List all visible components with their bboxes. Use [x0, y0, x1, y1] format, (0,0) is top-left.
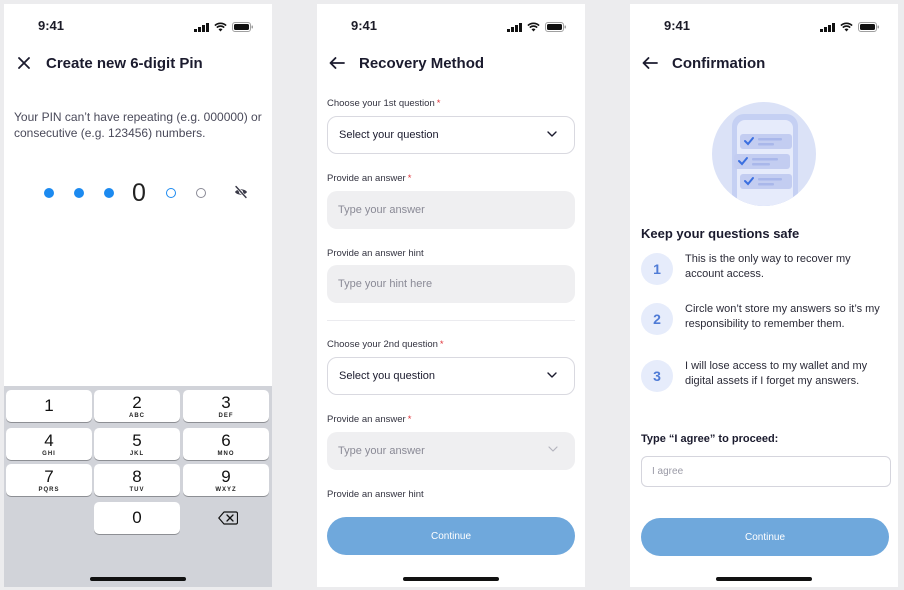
signal-icon	[194, 22, 209, 32]
answer-1-input[interactable]: Type your answer	[327, 191, 575, 229]
status-bar: 9:41	[630, 18, 898, 38]
key-0[interactable]: 0	[94, 502, 180, 534]
continue-button[interactable]: Continue	[327, 517, 575, 555]
back-arrow-icon[interactable]	[327, 53, 347, 73]
pin-dot-filled	[74, 188, 84, 198]
key-1[interactable]: 1	[6, 390, 92, 422]
battery-icon	[545, 22, 566, 32]
question-1-label: Choose your 1st question *	[327, 98, 441, 109]
checklist-illustration	[712, 102, 816, 206]
signal-icon	[507, 22, 522, 32]
status-bar: 9:41	[4, 18, 272, 38]
question-1-select[interactable]: Select your question	[327, 116, 575, 154]
signal-icon	[820, 22, 835, 32]
pin-screen: 9:41 Create new 6-digit Pin Your PIN can…	[4, 4, 272, 587]
answer-1-label: Provide an answer *	[327, 173, 412, 184]
pin-indicator: 0	[42, 180, 252, 206]
battery-icon	[858, 22, 879, 32]
home-indicator	[90, 577, 186, 581]
hint-2-label: Provide an answer hint	[327, 489, 424, 500]
backspace-icon[interactable]	[218, 511, 239, 530]
status-time: 9:41	[38, 18, 65, 33]
chevron-down-icon	[548, 446, 558, 452]
key-6[interactable]: 6 MNO	[183, 428, 269, 460]
wifi-icon	[840, 22, 853, 32]
pin-dot-empty	[166, 188, 176, 198]
confirmation-screen: 9:41 Confirmation Keep your questions sa…	[630, 4, 898, 587]
key-4[interactable]: 4 GHI	[6, 428, 92, 460]
question-2-label: Choose your 2nd question *	[327, 339, 444, 350]
chevron-down-icon	[547, 131, 557, 137]
hint-1-label: Provide an answer hint	[327, 248, 424, 259]
answer-2-label: Provide an answer *	[327, 414, 412, 425]
back-arrow-icon[interactable]	[640, 53, 660, 73]
hint-1-input[interactable]: Type your hint here	[327, 265, 575, 303]
page-title: Recovery Method	[359, 54, 485, 72]
pin-dot-filled	[104, 188, 114, 198]
close-icon[interactable]	[14, 53, 34, 73]
status-bar: 9:41	[317, 18, 585, 38]
key-8[interactable]: 8 TUV	[94, 464, 180, 496]
pin-dot-filled	[44, 188, 54, 198]
step-number: 2	[641, 303, 673, 335]
chevron-down-icon	[547, 372, 557, 378]
home-indicator	[403, 577, 499, 581]
home-indicator	[716, 577, 812, 581]
step-number: 3	[641, 360, 673, 392]
agree-input[interactable]: I agree	[641, 456, 891, 487]
pin-dot-empty	[196, 188, 206, 198]
key-2[interactable]: 2 ABC	[94, 390, 180, 422]
page-title: Confirmation	[672, 54, 766, 72]
agree-label: Type “I agree” to proceed:	[641, 433, 779, 445]
answer-2-input[interactable]: Type your answer	[327, 432, 575, 470]
step-number: 1	[641, 253, 673, 285]
step-text: I will lose access to my wallet and my d…	[685, 360, 868, 387]
bottom-action-bar: Continue	[317, 505, 585, 587]
continue-button[interactable]: Continue	[641, 518, 889, 556]
numeric-keypad: 1 2 ABC 3 DEF 4 GHI 5 JKL 6 MNO 7 PQRS 8 TUV 9W…	[4, 386, 272, 587]
key-7[interactable]: 7 PQRS	[6, 464, 92, 496]
battery-icon	[232, 22, 253, 32]
status-time: 9:41	[664, 18, 691, 33]
section-divider	[327, 320, 575, 321]
question-2-select[interactable]: Select you question	[327, 357, 575, 395]
pin-requirements: Your PIN can’t have repeating (e.g. 0000…	[14, 110, 262, 140]
step-text: This is the only way to recover my accou…	[685, 253, 851, 280]
key-3[interactable]: 3 DEF	[183, 390, 269, 422]
step-text: Circle won’t store my answers so it’s my…	[685, 303, 880, 330]
key-9[interactable]: 9 WXYZ	[183, 464, 269, 496]
section-heading: Keep your questions safe	[641, 226, 800, 241]
pin-visible-digit: 0	[132, 179, 146, 207]
eye-off-icon[interactable]	[234, 185, 248, 204]
key-5[interactable]: 5 JKL	[94, 428, 180, 460]
wifi-icon	[214, 22, 227, 32]
status-time: 9:41	[351, 18, 378, 33]
page-title: Create new 6-digit Pin	[46, 54, 203, 72]
wifi-icon	[527, 22, 540, 32]
recovery-method-screen: 9:41 Recovery Method Choose your 1st que…	[317, 4, 585, 587]
